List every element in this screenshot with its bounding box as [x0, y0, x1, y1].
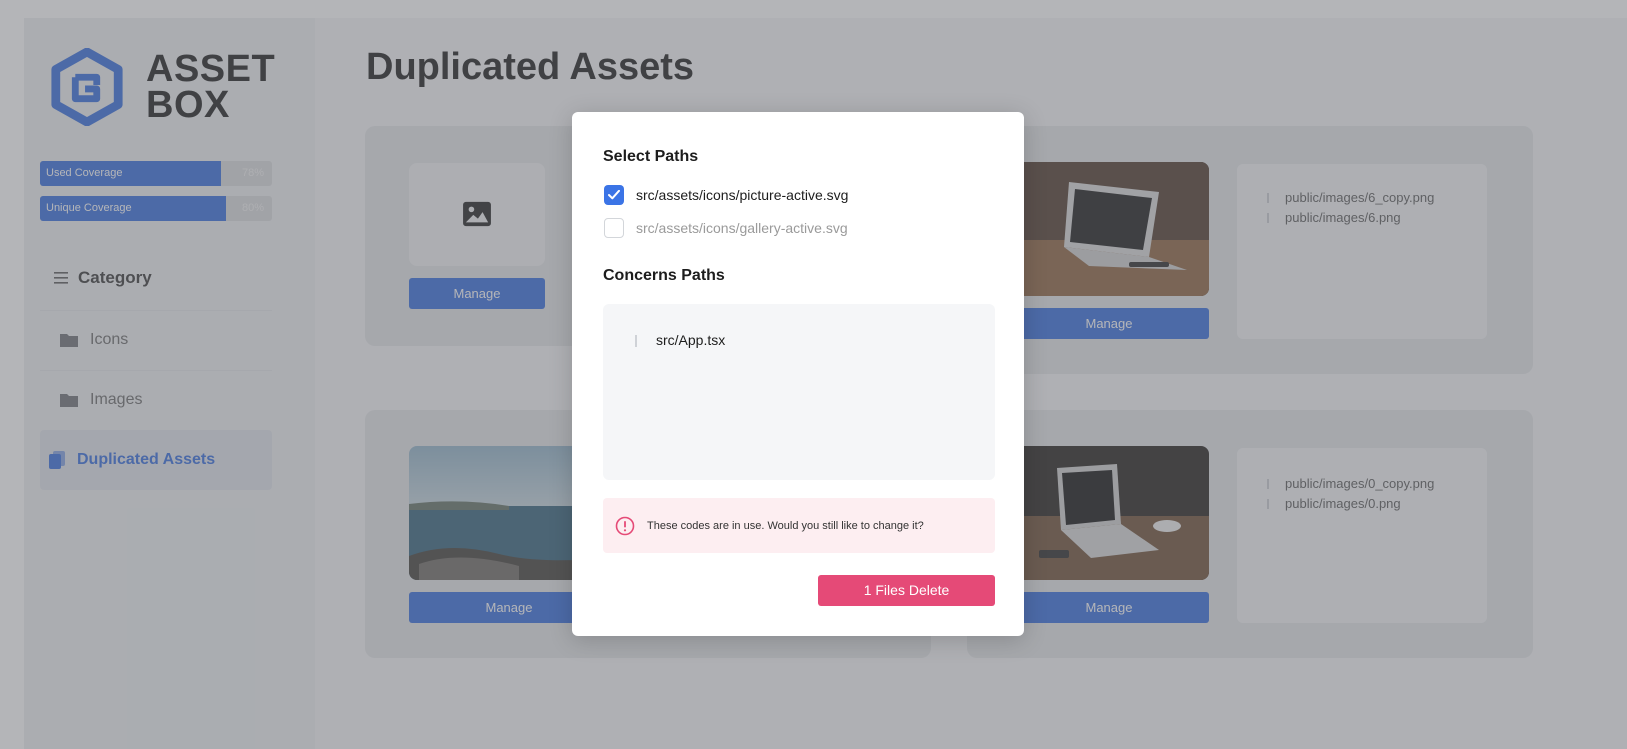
concerns-list: src/App.tsx — [603, 304, 995, 480]
delete-paths-modal: Select Paths src/assets/icons/picture-ac… — [572, 112, 1024, 636]
concern-item: src/App.tsx — [635, 332, 725, 348]
path-option[interactable]: src/assets/icons/picture-active.svg — [604, 185, 848, 205]
concerns-paths-title: Concerns Paths — [603, 267, 725, 284]
info-icon — [615, 516, 635, 535]
warning-banner: These codes are in use. Would you still … — [603, 498, 995, 553]
path-option-label: src/assets/icons/picture-active.svg — [636, 187, 849, 203]
path-option[interactable]: src/assets/icons/gallery-active.svg — [604, 218, 848, 238]
files-delete-button[interactable]: 1 Files Delete — [818, 575, 995, 606]
select-paths-title: Select Paths — [603, 148, 699, 165]
check-icon — [608, 190, 620, 200]
warning-text: These codes are in use. Would you still … — [647, 519, 924, 532]
path-option-label: src/assets/icons/gallery-active.svg — [636, 220, 848, 236]
checkbox-unchecked[interactable] — [604, 218, 624, 238]
checkbox-checked[interactable] — [604, 185, 624, 205]
